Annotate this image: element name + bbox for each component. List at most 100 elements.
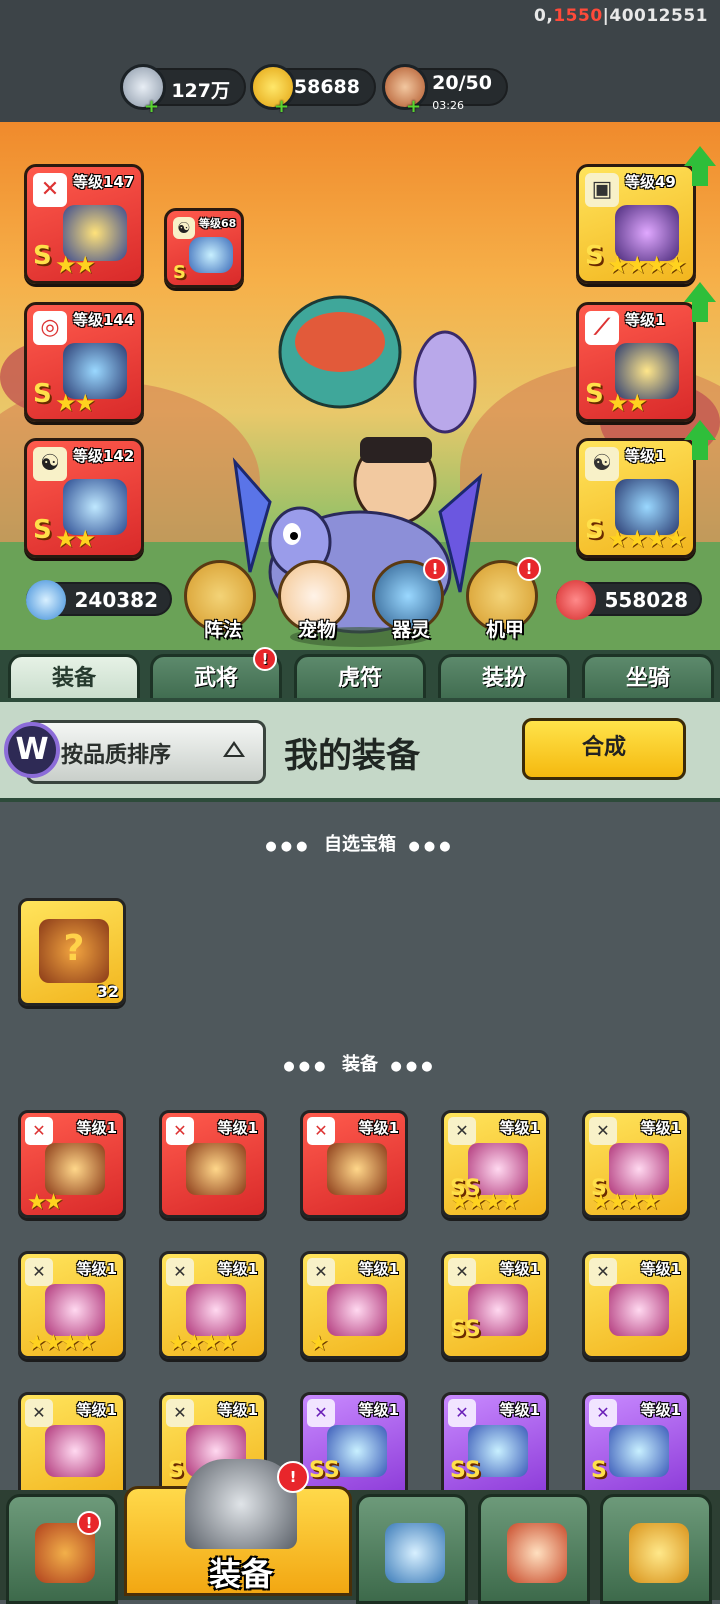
hero-character[interactable] (230, 272, 490, 650)
add-gold-icon[interactable]: + (274, 96, 289, 117)
health-value: 558028 (604, 588, 689, 612)
equipped-armor-slot[interactable]: ▣ 等级49 S ★★★★ (576, 164, 696, 284)
silver-coin-icon (120, 64, 166, 110)
item-art-icon (609, 1425, 669, 1477)
mecha-label: 机甲 (485, 619, 524, 641)
tab-mount[interactable]: 坐骑 (582, 654, 714, 704)
uid-prefix: 0, (534, 6, 554, 26)
tab-tiger-tally[interactable]: 虎符 (294, 654, 426, 704)
equipped-charm-slot[interactable]: ☯ 等级1 S ★★★★ (576, 438, 696, 558)
inventory-item[interactable]: ✕ 等级1 (300, 1110, 408, 1218)
alert-badge-icon: ! (253, 647, 277, 671)
silver-resource[interactable]: + 127万 (120, 64, 246, 117)
stamina-resource[interactable]: + 20/50 03:26 (382, 64, 508, 117)
item-stars: ★ (309, 1331, 329, 1356)
item-type-icon: ✕ (166, 1258, 194, 1286)
item-grade: SS (450, 1458, 481, 1483)
upgrade-arrow-icon (680, 282, 720, 326)
item-level: 等级1 (358, 1260, 399, 1278)
dots-icon: ●●● (390, 1059, 437, 1074)
add-stamina-icon[interactable]: + (406, 96, 421, 117)
formation-button[interactable]: 阵法 (184, 560, 256, 641)
item-level: 等级1 (358, 1401, 399, 1419)
item-grade: SS (309, 1458, 340, 1483)
equipped-weapon-slot[interactable]: ✕ 等级147 S ★★ (24, 164, 144, 284)
uid-highlight: 1550 (553, 6, 603, 26)
upgrade-arrow-icon (680, 420, 720, 464)
equipped-necklace-slot[interactable]: ◎ 等级144 S ★★ (24, 302, 144, 422)
alert-badge-icon: ! (423, 557, 447, 581)
item-level: 等级1 (640, 1119, 681, 1137)
item-stars: ★★ (27, 1190, 63, 1215)
alert-badge-icon: ! (277, 1461, 309, 1493)
item-art-icon (45, 1425, 105, 1477)
section-label: 自选宝箱 (324, 834, 396, 855)
mecha-button[interactable]: 机甲 ! (466, 557, 541, 641)
sort-dropdown[interactable]: 按品质排序 (26, 720, 266, 784)
inventory-item[interactable]: ✕ 等级1 SS ★★★★ (441, 1110, 549, 1218)
page-title: 我的装备 (284, 736, 420, 776)
inventory-item[interactable]: ✕ 等级1 SS (441, 1392, 549, 1500)
item-art-icon (327, 1284, 387, 1336)
tab-generals[interactable]: 武将 ! (150, 647, 282, 704)
nav-upgrade-button[interactable] (600, 1494, 712, 1604)
inventory-item[interactable]: ✕ 等级1 SS (300, 1392, 408, 1500)
slot-stars: ★★ (607, 389, 648, 417)
inventory-item[interactable]: ✕ 等级1 ★★ (18, 1110, 126, 1218)
tab-costume[interactable]: 装扮 (438, 654, 570, 704)
inventory-item[interactable]: ✕ 等级1 (18, 1392, 126, 1500)
health-stat: 558028 (556, 580, 702, 620)
inventory-item[interactable]: ✕ 等级1 (159, 1110, 267, 1218)
inventory-item[interactable]: ✕ 等级1 (582, 1251, 690, 1359)
tab-label: 装备 (51, 666, 96, 691)
dots-icon: ●●● (265, 839, 312, 854)
gold-resource[interactable]: + 58688 (250, 64, 376, 117)
synthesize-button[interactable]: 合成 (522, 718, 686, 780)
triangle-up-icon (223, 741, 245, 757)
item-type-icon: ✕ (166, 1399, 194, 1427)
sword-art-icon (189, 237, 233, 273)
uid-suffix: |40012551 (602, 6, 708, 26)
inventory-item[interactable]: ✕ 等级1 ★ (300, 1251, 408, 1359)
slot-level: 等级144 (73, 311, 135, 329)
slot-level: 等级142 (73, 447, 135, 465)
item-level: 等级1 (76, 1119, 117, 1137)
slot-level: 等级68 (199, 217, 237, 230)
item-level: 等级1 (640, 1260, 681, 1278)
add-silver-icon[interactable]: + (144, 96, 159, 117)
equipped-bracer-slot[interactable]: ⟋ 等级1 S ★★ (576, 302, 696, 422)
item-art-icon (45, 1143, 105, 1195)
inventory-item[interactable]: ✕ 等级1 ★★★★ (18, 1251, 126, 1359)
tab-equipment[interactable]: 装备 (8, 654, 140, 704)
slot-stars: ★★★★ (607, 251, 687, 279)
nav-equipment-button[interactable]: ! 装备 (124, 1459, 352, 1596)
w-logo-icon: W (4, 722, 60, 778)
bottom-nav: ! ! 装备 (0, 1459, 720, 1604)
item-type-icon: ✕ (448, 1117, 476, 1145)
nav-heroes-button[interactable] (478, 1494, 590, 1604)
bracer-type-icon: ⟋ (585, 311, 619, 345)
item-level: 等级1 (76, 1260, 117, 1278)
item-stars: ★★★★ (168, 1331, 238, 1356)
item-art-icon (609, 1284, 669, 1336)
item-stars: ★★★★ (591, 1190, 661, 1215)
heart-icon (556, 580, 596, 620)
inventory-item[interactable]: ✕ 等级1 S ★★★★ (582, 1110, 690, 1218)
selectable-chest-item[interactable]: ? 32 (18, 898, 126, 1006)
necklace-type-icon: ◎ (33, 311, 67, 345)
equipped-talisman-slot[interactable]: ☯ 等级142 S ★★ (24, 438, 144, 558)
item-type-icon: ✕ (589, 1117, 617, 1145)
pet-button[interactable]: 宠物 (278, 560, 350, 641)
pet-label: 宠物 (297, 619, 336, 641)
equipment-panel-header: 按品质排序 W 我的装备 合成 (0, 698, 720, 802)
nav-equipment-label: 装备 (208, 1555, 273, 1593)
equipped-small-slot[interactable]: ☯ 等级68 S (164, 208, 244, 288)
spirit-button[interactable]: 器灵 ! (372, 557, 447, 641)
nav-city-button[interactable]: ! (6, 1494, 118, 1604)
inventory-item[interactable]: ✕ 等级1 S (582, 1392, 690, 1500)
item-level: 等级1 (499, 1260, 540, 1278)
nav-battle-button[interactable] (356, 1494, 468, 1604)
item-level: 等级1 (499, 1401, 540, 1419)
inventory-item[interactable]: ✕ 等级1 SS (441, 1251, 549, 1359)
inventory-item[interactable]: ✕ 等级1 ★★★★ (159, 1251, 267, 1359)
